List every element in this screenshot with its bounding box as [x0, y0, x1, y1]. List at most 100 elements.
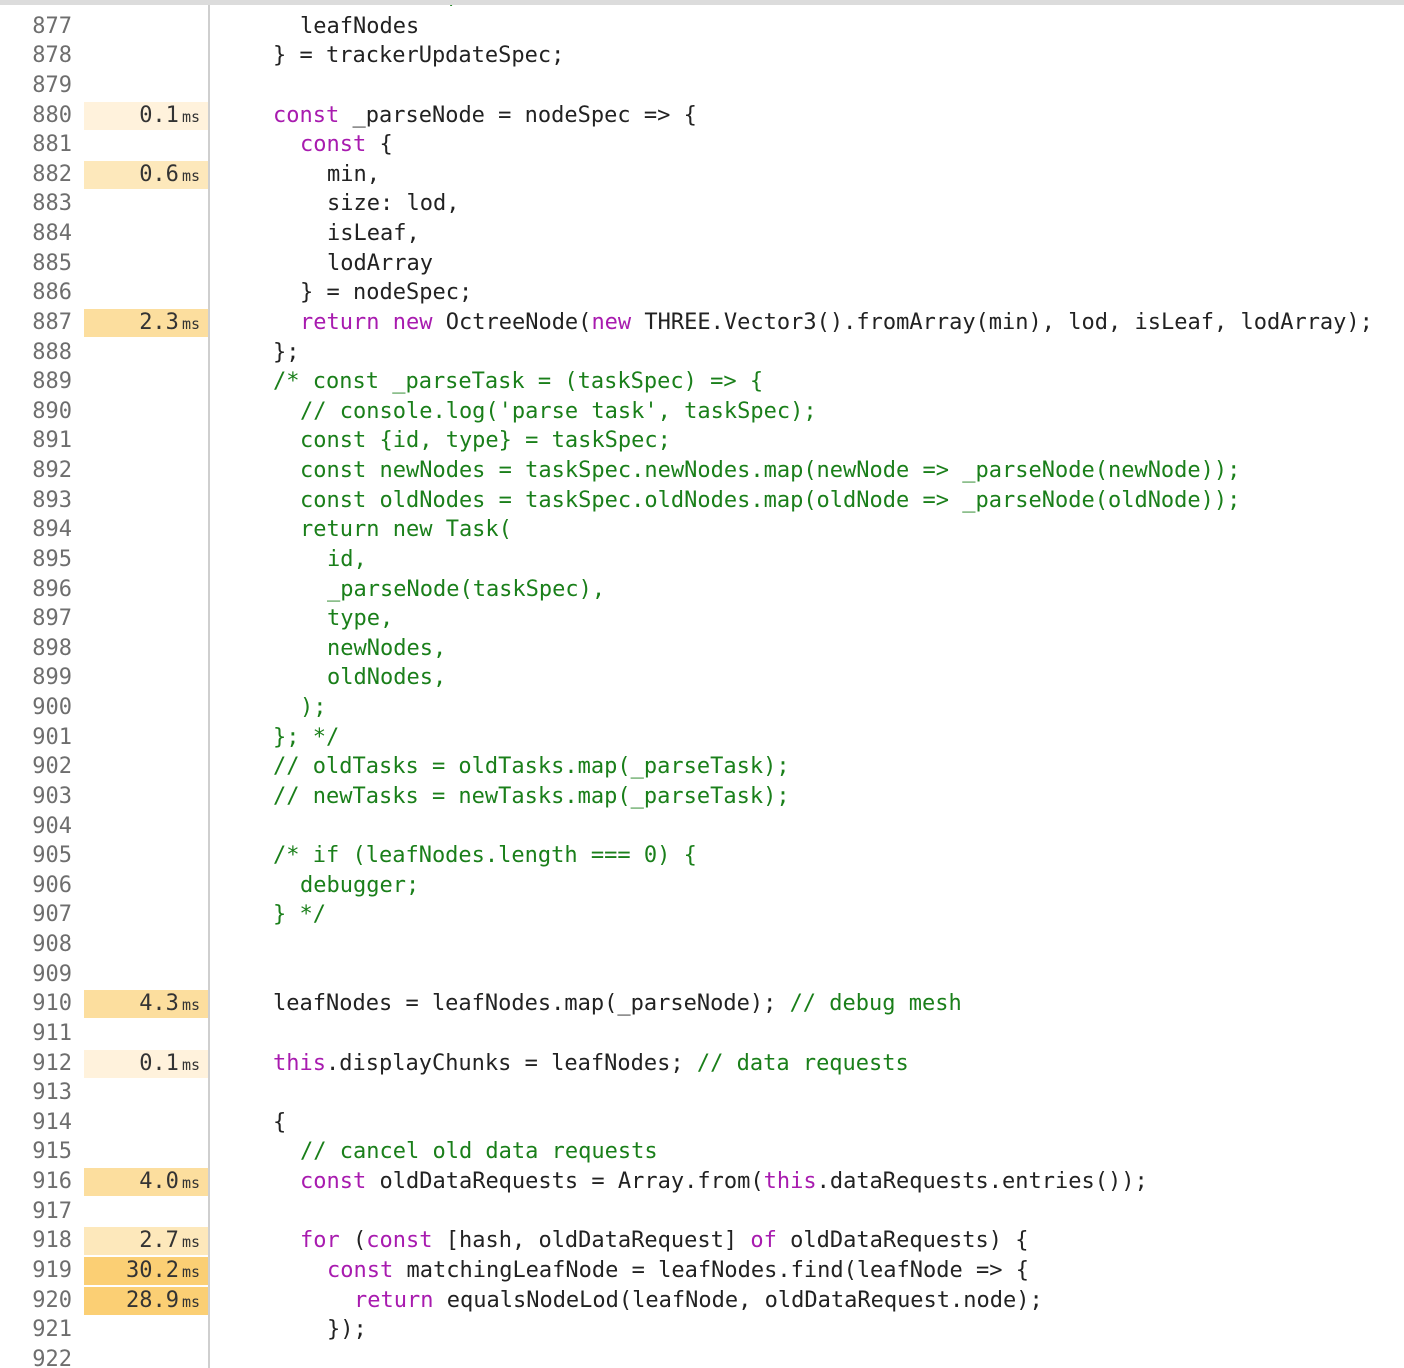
- timing-unit: ms: [181, 996, 200, 1015]
- code-line[interactable]: 883 size: lod,: [0, 189, 1404, 219]
- timing-unit: ms: [181, 1262, 200, 1281]
- code-line[interactable]: 912 0.1 ms this.displayChunks = leafNodes; …: [0, 1049, 1404, 1079]
- code-line[interactable]: 908: [0, 930, 1404, 960]
- code-text: }; */: [273, 723, 339, 753]
- code-line[interactable]: 888};: [0, 338, 1404, 368]
- code-line[interactable]: 921});: [0, 1315, 1404, 1345]
- code-line[interactable]: 919 30.2 ms const matchingLeafNode = leafNo…: [0, 1256, 1404, 1286]
- line-number[interactable]: 899: [0, 663, 72, 693]
- code-line[interactable]: 886} = nodeSpec;: [0, 278, 1404, 308]
- code-line[interactable]: 920 28.9 ms return equalsNodeLod(leafNode, …: [0, 1286, 1404, 1316]
- timing-unit: ms: [181, 1233, 200, 1252]
- line-number[interactable]: 904: [0, 812, 72, 842]
- code-line[interactable]: 895 id,: [0, 545, 1404, 575]
- line-number[interactable]: 892: [0, 456, 72, 486]
- code-line[interactable]: 916 4.0 ms const oldDataRequests = Array.fr…: [0, 1167, 1404, 1197]
- code-line[interactable]: 889 /* const _parseTask = (taskSpec) => {: [0, 367, 1404, 397]
- code-line[interactable]: 906 debugger;: [0, 871, 1404, 901]
- line-number[interactable]: 886: [0, 278, 72, 308]
- code-line[interactable]: 903 // newTasks = newTasks.map(_parseTask…: [0, 782, 1404, 812]
- line-number[interactable]: 918: [0, 1226, 72, 1256]
- line-number[interactable]: 913: [0, 1078, 72, 1108]
- line-number[interactable]: 920: [0, 1286, 72, 1316]
- line-number[interactable]: 887: [0, 308, 72, 338]
- code-line[interactable]: 898 newNodes,: [0, 634, 1404, 664]
- source-code-viewer[interactable]: 876// newTasks,877leafNodes878} = tracke…: [0, 0, 1404, 1368]
- line-number[interactable]: 911: [0, 1019, 72, 1049]
- code-line[interactable]: 894 return new Task(: [0, 515, 1404, 545]
- line-number[interactable]: 914: [0, 1108, 72, 1138]
- code-line[interactable]: 882 0.6 ms min,: [0, 160, 1404, 190]
- line-number[interactable]: 895: [0, 545, 72, 575]
- line-number[interactable]: 894: [0, 515, 72, 545]
- code-line[interactable]: 896 _parseNode(taskSpec),: [0, 575, 1404, 605]
- code-text: const matchingLeafNode = leafNodes.find(…: [273, 1256, 1029, 1286]
- code-line[interactable]: 878} = trackerUpdateSpec;: [0, 41, 1404, 71]
- code-line[interactable]: 907} */: [0, 900, 1404, 930]
- code-line[interactable]: 917: [0, 1197, 1404, 1227]
- code-line[interactable]: 885 lodArray: [0, 249, 1404, 279]
- line-number[interactable]: 888: [0, 338, 72, 368]
- line-number[interactable]: 885: [0, 249, 72, 279]
- code-line[interactable]: 909: [0, 960, 1404, 990]
- line-number[interactable]: 881: [0, 130, 72, 160]
- line-number[interactable]: 903: [0, 782, 72, 812]
- code-line[interactable]: 891 const {id, type} = taskSpec;: [0, 426, 1404, 456]
- line-number[interactable]: 880: [0, 101, 72, 131]
- line-number[interactable]: 908: [0, 930, 72, 960]
- code-line[interactable]: 899 oldNodes,: [0, 663, 1404, 693]
- code-line[interactable]: 901 }; */: [0, 723, 1404, 753]
- code-line[interactable]: 893 const oldNodes = taskSpec.oldNodes.ma…: [0, 486, 1404, 516]
- line-number[interactable]: 916: [0, 1167, 72, 1197]
- line-number[interactable]: 883: [0, 189, 72, 219]
- code-line[interactable]: 879: [0, 71, 1404, 101]
- code-line[interactable]: 913: [0, 1078, 1404, 1108]
- code-line[interactable]: 911: [0, 1019, 1404, 1049]
- code-line[interactable]: 914 {: [0, 1108, 1404, 1138]
- code-line[interactable]: 910 4.3 ms leafNodes = leafNodes.map(_parse…: [0, 989, 1404, 1019]
- code-line[interactable]: 902 // oldTasks = oldTasks.map(_parseTask…: [0, 752, 1404, 782]
- line-number[interactable]: 907: [0, 900, 72, 930]
- code-line[interactable]: 918 2.7 ms for (const [hash, oldDataRequest…: [0, 1226, 1404, 1256]
- line-number[interactable]: 919: [0, 1256, 72, 1286]
- code-line[interactable]: 887 2.3 ms return new OctreeNode(new THREE.…: [0, 308, 1404, 338]
- code-line[interactable]: 881 const {: [0, 130, 1404, 160]
- code-line[interactable]: 884 isLeaf,: [0, 219, 1404, 249]
- line-number[interactable]: 900: [0, 693, 72, 723]
- code-token: const: [273, 102, 340, 128]
- code-line[interactable]: 900);: [0, 693, 1404, 723]
- line-number[interactable]: 915: [0, 1137, 72, 1167]
- code-line[interactable]: 877 leafNodes: [0, 12, 1404, 42]
- code-line[interactable]: 915 // cancel old data requests: [0, 1137, 1404, 1167]
- line-number[interactable]: 889: [0, 367, 72, 397]
- code-line[interactable]: 892 const newNodes = taskSpec.newNodes.ma…: [0, 456, 1404, 486]
- line-number[interactable]: 906: [0, 871, 72, 901]
- line-number[interactable]: 902: [0, 752, 72, 782]
- line-number[interactable]: 921: [0, 1315, 72, 1345]
- code-token: // oldTasks = oldTasks.map(_parseTask);: [273, 754, 790, 780]
- line-number[interactable]: 917: [0, 1197, 72, 1227]
- line-number[interactable]: 882: [0, 160, 72, 190]
- code-line[interactable]: 922: [0, 1345, 1404, 1368]
- line-number[interactable]: 910: [0, 989, 72, 1019]
- line-number[interactable]: 897: [0, 604, 72, 634]
- line-number[interactable]: 891: [0, 426, 72, 456]
- code-line[interactable]: 905 /* if (leafNodes.length === 0) {: [0, 841, 1404, 871]
- line-number[interactable]: 878: [0, 41, 72, 71]
- line-number[interactable]: 898: [0, 634, 72, 664]
- line-number[interactable]: 884: [0, 219, 72, 249]
- line-number[interactable]: 877: [0, 12, 72, 42]
- code-line[interactable]: 880 0.1 ms const _parseNode = nodeSpec => {: [0, 101, 1404, 131]
- line-number[interactable]: 896: [0, 575, 72, 605]
- line-number[interactable]: 890: [0, 397, 72, 427]
- line-number[interactable]: 893: [0, 486, 72, 516]
- line-number[interactable]: 922: [0, 1345, 72, 1368]
- line-number[interactable]: 905: [0, 841, 72, 871]
- line-number[interactable]: 912: [0, 1049, 72, 1079]
- code-line[interactable]: 904: [0, 812, 1404, 842]
- line-number[interactable]: 879: [0, 71, 72, 101]
- code-line[interactable]: 897 type,: [0, 604, 1404, 634]
- line-number[interactable]: 901: [0, 723, 72, 753]
- code-line[interactable]: 890 // console.log('parse task', taskSpec…: [0, 397, 1404, 427]
- line-number[interactable]: 909: [0, 960, 72, 990]
